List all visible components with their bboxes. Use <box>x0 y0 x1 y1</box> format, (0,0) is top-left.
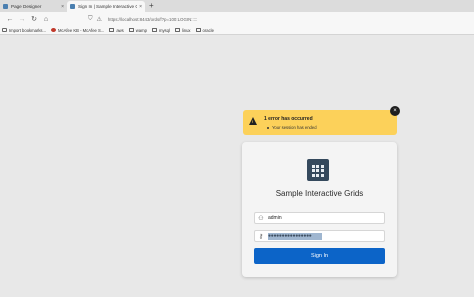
reload-button[interactable]: ↻ <box>28 15 40 23</box>
url-bar-icons: ⛉ ⚠ <box>88 16 102 23</box>
password-field[interactable]: ⚷ ●●●●●●●●●●●●●●●● <box>254 230 385 242</box>
navigation-toolbar: ← → ↻ ⌂ ⛉ ⚠ https://localhost:8443/ords/… <box>0 12 474 26</box>
tab-label: Page Designer <box>11 4 42 9</box>
user-icon: ⚇ <box>258 215 264 222</box>
password-value[interactable]: ●●●●●●●●●●●●●●●● <box>268 232 322 240</box>
mcafee-icon <box>51 28 57 32</box>
bookmark-folder-aws[interactable]: aws <box>109 27 124 33</box>
folder-icon <box>151 28 157 32</box>
error-message-text: Your session has ended <box>272 125 317 130</box>
bookmark-folder-mysql[interactable]: mysql <box>151 27 170 33</box>
key-icon: ⚷ <box>258 233 264 240</box>
address-bar[interactable]: https://localhost:8443/ords/f?p=100:LOGI… <box>108 17 197 22</box>
close-tab-icon[interactable]: × <box>61 4 64 10</box>
bookmark-label: Import bookmarks... <box>9 27 47 33</box>
bookmark-label: mysql <box>158 27 170 33</box>
warning-icon <box>249 117 257 125</box>
bookmark-label: wamp <box>135 27 147 33</box>
tab-strip: Page Designer × Sign In | Sample Interac… <box>0 0 474 12</box>
home-button[interactable]: ⌂ <box>40 16 52 23</box>
login-card: Sample Interactive Grids ⚇ admin ⚷ ●●●●●… <box>242 142 397 277</box>
new-tab-button[interactable]: + <box>145 1 158 12</box>
close-tab-icon[interactable]: × <box>139 4 142 10</box>
error-title: 1 error has occurred <box>264 116 313 122</box>
folder-icon <box>109 28 115 32</box>
bookmark-folder-linux[interactable]: linux <box>174 27 191 33</box>
bookmark-label: McAfee KB - McAfee S... <box>58 27 105 33</box>
tab-label: Sign In | Sample Interactive Grids <box>78 4 137 9</box>
bookmark-mcafee[interactable]: McAfee KB - McAfee S... <box>51 28 104 33</box>
bookmark-label: linux <box>181 27 191 33</box>
bookmark-import[interactable]: Import bookmarks... <box>2 28 46 33</box>
error-notification: 1 error has occurred Your session has en… <box>243 110 397 135</box>
import-icon <box>2 28 7 32</box>
bookmark-label: aws <box>116 27 124 33</box>
app-title: Sample Interactive Grids <box>275 189 364 198</box>
shield-icon[interactable]: ⛉ <box>88 16 93 23</box>
apex-favicon-icon <box>3 4 8 9</box>
bullet-icon <box>267 126 269 129</box>
folder-icon <box>174 28 180 32</box>
bookmark-folder-wamp[interactable]: wamp <box>128 27 147 33</box>
apex-favicon-icon <box>70 4 75 9</box>
username-value[interactable]: admin <box>268 215 282 221</box>
bookmark-label: oracle <box>202 27 214 33</box>
back-button[interactable]: ← <box>4 16 16 23</box>
username-field[interactable]: ⚇ admin <box>254 212 385 224</box>
app-logo-icon <box>307 159 329 181</box>
error-message: Your session has ended <box>267 125 317 130</box>
sign-in-button[interactable]: Sign In <box>254 248 385 264</box>
forward-button[interactable]: → <box>16 16 28 23</box>
bookmark-folder-oracle[interactable]: oracle <box>195 27 214 33</box>
close-notification-button[interactable]: × <box>390 106 400 116</box>
folder-icon <box>128 28 134 32</box>
bookmarks-bar: Import bookmarks... McAfee KB - McAfee S… <box>0 26 474 35</box>
folder-icon <box>195 28 201 32</box>
tab-sign-in[interactable]: Sign In | Sample Interactive Grids × <box>67 1 145 12</box>
lock-warning-icon[interactable]: ⚠ <box>97 16 102 23</box>
tab-page-designer[interactable]: Page Designer × <box>0 1 67 12</box>
